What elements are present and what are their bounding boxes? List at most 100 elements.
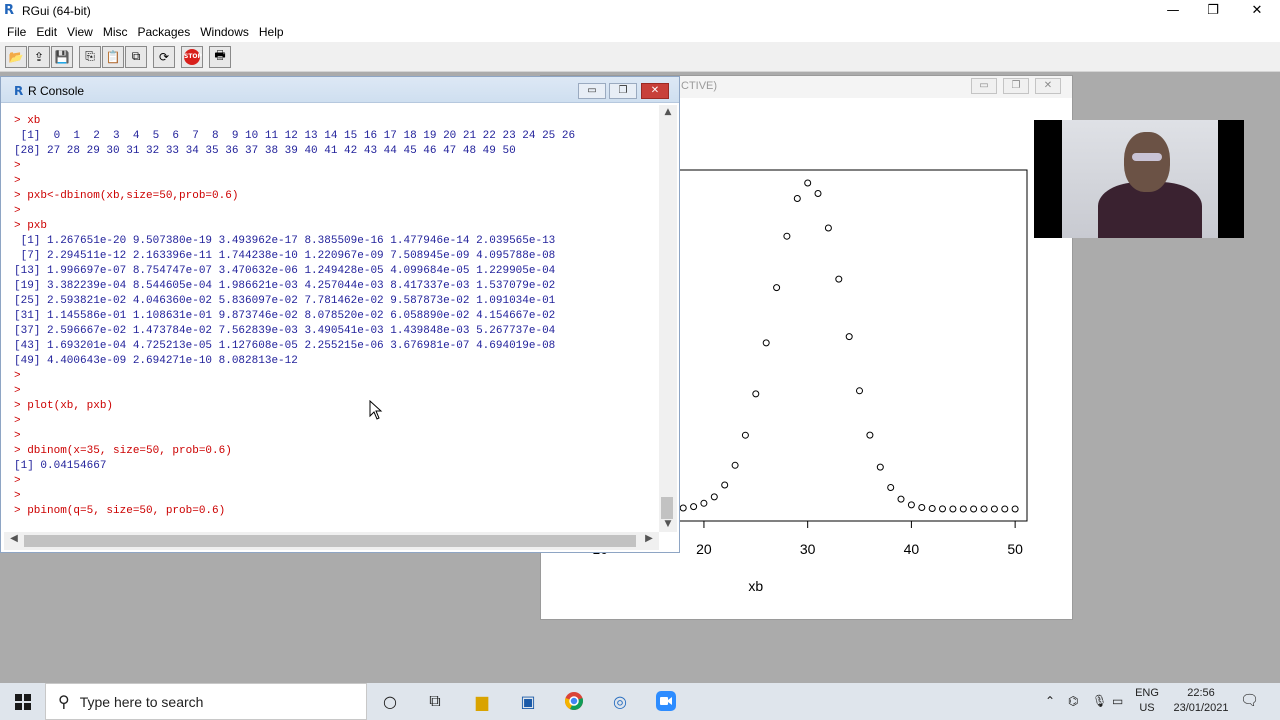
data-point <box>939 505 946 513</box>
r-logo-icon: R <box>4 3 15 18</box>
menu-view[interactable]: View <box>62 25 98 39</box>
taskbar-search-box[interactable]: ⚲ Type here to search <box>45 683 367 720</box>
menu-packages[interactable]: Packages <box>133 25 196 39</box>
data-point <box>773 284 781 292</box>
menu-edit[interactable]: Edit <box>31 25 62 39</box>
notifications-icon[interactable]: 🗨 <box>1240 691 1259 709</box>
console-line: > <box>14 490 21 502</box>
battery-icon[interactable]: ▭ <box>1112 694 1123 708</box>
zoom-logo-icon <box>656 691 676 711</box>
save-workspace-button[interactable]: 💾 <box>51 45 73 68</box>
stop-button[interactable]: STOP <box>181 45 203 68</box>
graphics-restore-button[interactable]: ❐ <box>1003 78 1029 94</box>
paste-icon: 📋 <box>105 49 121 64</box>
copy-icon: ⎘ <box>85 49 95 63</box>
clock[interactable]: 22:56 23/01/2021 <box>1168 686 1234 716</box>
restore-button[interactable]: ❐ <box>1190 0 1236 22</box>
network-icon[interactable]: ⌬ <box>1068 694 1078 708</box>
console-line: > <box>14 385 21 397</box>
copy-paste-icon: ⧉ <box>131 49 141 63</box>
data-point <box>907 501 915 509</box>
console-line: [13] 1.996697e-07 8.754747e-07 3.470632e… <box>14 265 556 277</box>
copy-button[interactable]: ⎘ <box>79 45 101 68</box>
r-console-window[interactable]: R R Console ▭ ❐ ✕ > xb [1] 0 1 2 3 4 5 6… <box>0 76 680 553</box>
keyboard-layout: US <box>1139 702 1155 714</box>
vertical-scroll-thumb[interactable] <box>661 497 673 519</box>
paste-button[interactable]: 📋 <box>102 45 124 68</box>
data-point <box>928 505 936 512</box>
menu-help[interactable]: Help <box>254 25 289 39</box>
language-indicator[interactable]: ENG US <box>1130 686 1164 716</box>
mouse-cursor-icon <box>369 400 383 420</box>
copy-paste-button[interactable]: ⧉ <box>125 45 147 68</box>
console-line: > <box>14 370 21 382</box>
open-script-button[interactable]: 📂 <box>5 45 27 68</box>
console-line: > <box>14 205 21 217</box>
start-button[interactable] <box>0 683 45 720</box>
menu-windows[interactable]: Windows <box>195 25 254 39</box>
console-line: [49] 4.400643e-09 2.694271e-10 8.082813e… <box>14 355 298 367</box>
console-line: > <box>14 160 21 172</box>
taskbar: ⚲ Type here to search ○ ⧉ ▆ ▣ ◎ ⌃ ⌬ 🎙 ▭ … <box>0 683 1280 720</box>
menu-misc[interactable]: Misc <box>98 25 133 39</box>
scroll-down-arrow-icon[interactable]: ▼ <box>659 519 677 529</box>
data-point <box>679 504 687 512</box>
data-point <box>1011 505 1019 513</box>
folder-open-icon: 📂 <box>8 49 24 64</box>
store-icon[interactable]: ▣ <box>516 689 540 713</box>
language-code: ENG <box>1135 687 1159 699</box>
cortana-icon[interactable]: ○ <box>378 689 402 713</box>
data-point <box>835 275 843 283</box>
print-button[interactable]: 🖶 <box>209 45 231 68</box>
microphone-icon[interactable]: 🎙 <box>1092 694 1107 708</box>
data-point <box>1001 505 1009 513</box>
console-close-button[interactable]: ✕ <box>641 83 669 99</box>
scroll-up-arrow-icon[interactable]: ▲ <box>659 107 677 117</box>
console-title: R Console <box>28 84 85 98</box>
data-point <box>762 339 770 347</box>
scroll-right-arrow-icon[interactable]: ▶ <box>641 533 657 544</box>
task-view-icon[interactable]: ⧉ <box>423 689 447 713</box>
zoom-icon[interactable] <box>654 689 678 713</box>
r-taskbar-icon[interactable]: ◎ <box>608 689 632 713</box>
data-point <box>970 505 978 513</box>
data-point <box>897 495 905 503</box>
toolbar: 📂 ⇪ 💾 ⎘ 📋 ⧉ ⟳ STOP 🖶 <box>0 42 1280 72</box>
console-restore-button[interactable]: ❐ <box>609 83 637 99</box>
x-tick-label: 50 <box>1007 541 1023 557</box>
console-minimize-button[interactable]: ▭ <box>578 83 606 99</box>
refresh-button[interactable]: ⟳ <box>153 45 175 68</box>
close-button[interactable]: ✕ <box>1234 0 1280 22</box>
chrome-icon[interactable] <box>562 689 586 713</box>
file-explorer-icon[interactable]: ▆ <box>470 689 494 713</box>
load-workspace-button[interactable]: ⇪ <box>28 45 50 68</box>
data-point <box>980 505 988 513</box>
search-placeholder: Type here to search <box>79 693 204 710</box>
data-point <box>866 431 874 439</box>
webcam-video <box>1062 120 1218 238</box>
data-point <box>741 431 749 439</box>
data-point <box>731 461 739 469</box>
data-point <box>814 190 822 197</box>
scroll-left-arrow-icon[interactable]: ◀ <box>6 533 22 544</box>
menu-file[interactable]: File <box>2 25 31 39</box>
app-title-bar: R RGui (64-bit) — ❐ ✕ <box>0 0 1280 22</box>
vertical-scrollbar[interactable]: ▲ ▼ <box>659 105 677 532</box>
console-line: [37] 2.596667e-02 1.473784e-02 7.562839e… <box>14 325 556 337</box>
graphics-close-button[interactable]: ✕ <box>1035 78 1061 94</box>
graphics-minimize-button[interactable]: ▭ <box>971 78 997 94</box>
console-line: [31] 1.145586e-01 1.108631e-01 9.873746e… <box>14 310 556 322</box>
console-line: [19] 3.382239e-04 8.544605e-04 1.986621e… <box>14 280 556 292</box>
horizontal-scrollbar[interactable]: ◀ ▶ <box>4 532 659 550</box>
console-title-bar[interactable]: R R Console ▭ ❐ ✕ <box>1 77 679 103</box>
data-point <box>990 505 998 513</box>
data-point <box>824 224 832 232</box>
show-hidden-icons-icon[interactable]: ⌃ <box>1045 694 1055 708</box>
clock-time: 22:56 <box>1187 687 1215 699</box>
horizontal-scroll-thumb[interactable] <box>24 535 636 547</box>
data-point <box>721 481 729 489</box>
r-logo-icon: R <box>14 84 24 98</box>
console-line: > pxb <box>14 220 48 232</box>
load-icon: ⇪ <box>33 49 45 64</box>
console-output[interactable]: > xb [1] 0 1 2 3 4 5 6 7 8 9 10 11 12 13… <box>4 105 659 532</box>
